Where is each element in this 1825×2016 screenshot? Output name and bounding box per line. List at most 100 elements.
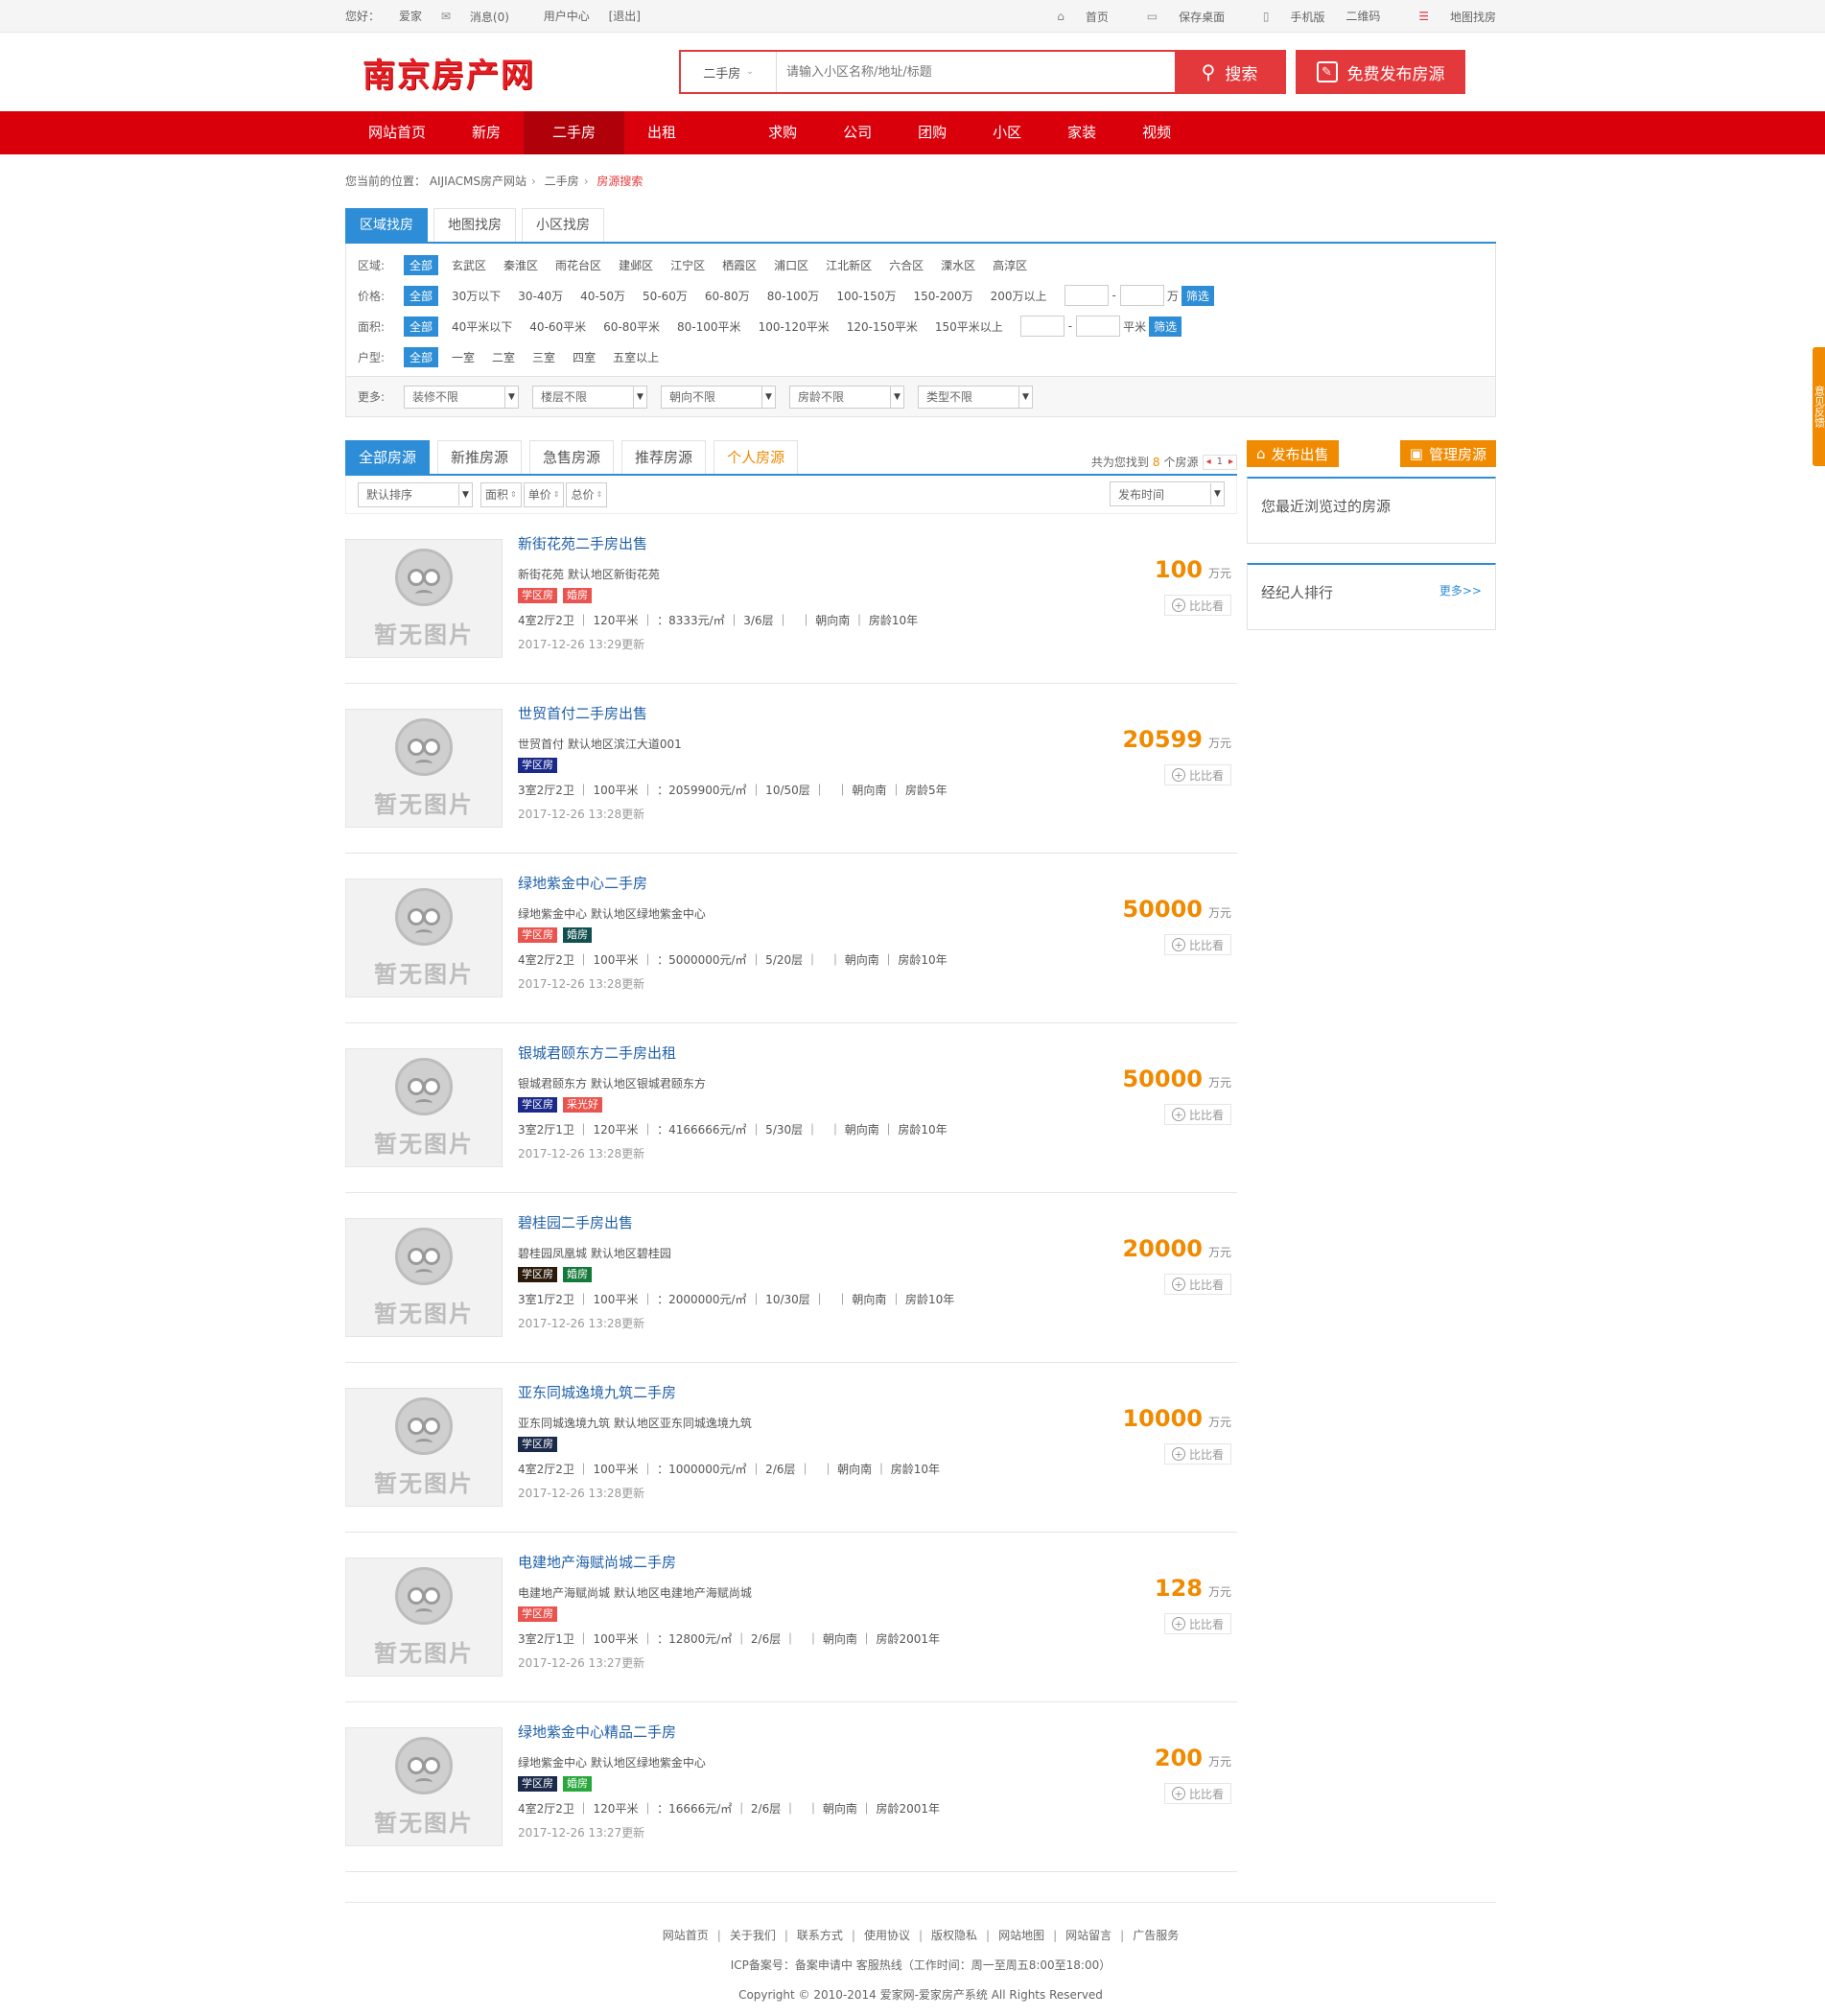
tab-map-search[interactable]: 地图找房 — [433, 208, 516, 242]
tab-region-search[interactable]: 区域找房 — [345, 208, 428, 242]
nav-item[interactable]: 出租 — [624, 111, 699, 154]
footer-link[interactable]: 联系方式 — [797, 1929, 843, 1942]
house-title-link[interactable]: 绿地紫金中心二手房 — [518, 873, 948, 896]
publish-listing-button[interactable]: ✎ 免费发布房源 — [1296, 50, 1465, 94]
filter-option[interactable]: 100-120平米 — [759, 318, 830, 335]
next-page-icon[interactable]: ▸ — [1226, 457, 1236, 467]
filter-option[interactable]: 30万以下 — [452, 288, 501, 304]
filter-option[interactable]: 五室以上 — [613, 349, 659, 365]
filter-select[interactable]: 朝向不限 ▼ — [661, 385, 776, 409]
house-title-link[interactable]: 亚东同城逸境九筑二手房 — [518, 1382, 940, 1405]
tab-new-listings[interactable]: 新推房源 — [437, 440, 523, 474]
filter-option[interactable]: 200万以上 — [991, 288, 1047, 304]
filter-option[interactable]: 三室 — [532, 349, 555, 365]
house-title-link[interactable]: 世贸首付二手房出售 — [518, 703, 948, 726]
prev-page-icon[interactable]: ◂ — [1204, 457, 1214, 467]
filter-option[interactable]: 50-60万 — [643, 288, 688, 304]
mobile-link[interactable]: ▯ 手机版 — [1246, 9, 1325, 25]
filter-option[interactable]: 60-80平米 — [603, 318, 660, 335]
compare-button[interactable]: + 比比看 — [1164, 595, 1231, 616]
filter-select[interactable]: 装修不限 ▼ — [404, 385, 519, 409]
filter-option[interactable]: 雨花台区 — [555, 257, 601, 273]
filter-all-option[interactable]: 全部 — [404, 316, 439, 337]
compare-button[interactable]: + 比比看 — [1164, 1104, 1231, 1125]
filter-option[interactable]: 150平米以上 — [935, 318, 1003, 335]
site-logo[interactable]: 南京房产网 — [363, 49, 679, 96]
nav-item[interactable]: 求购 — [745, 111, 820, 154]
logout-link[interactable]: [退出] — [609, 8, 641, 24]
filter-option[interactable]: 60-80万 — [705, 288, 750, 304]
breadcrumb-item[interactable]: 二手房 — [545, 175, 579, 188]
sort-area-button[interactable]: 面积 ⇕ — [480, 481, 522, 507]
nav-item[interactable]: 小区 — [970, 111, 1044, 154]
filter-all-option[interactable]: 全部 — [404, 346, 439, 367]
tab-recommended-listings[interactable]: 推荐房源 — [621, 440, 707, 474]
filter-all-option[interactable]: 全部 — [404, 254, 439, 275]
filter-option[interactable]: 江宁区 — [670, 257, 705, 273]
search-input[interactable] — [777, 52, 1175, 92]
filter-option[interactable]: 栖霞区 — [722, 257, 757, 273]
agent-more-link[interactable]: 更多>> — [1439, 582, 1482, 602]
filter-option[interactable]: 四室 — [573, 349, 596, 365]
footer-link[interactable]: 网站留言 — [1065, 1929, 1111, 1942]
house-photo-placeholder[interactable]: 暂无图片 — [345, 1218, 503, 1337]
house-photo-placeholder[interactable]: 暂无图片 — [345, 1727, 503, 1846]
user-center-link[interactable]: 用户中心 — [544, 8, 590, 24]
sort-unit-price-button[interactable]: 单价 ⇕ — [523, 481, 565, 507]
house-title-link[interactable]: 绿地紫金中心精品二手房 — [518, 1722, 940, 1745]
footer-link[interactable]: 广告服务 — [1133, 1929, 1179, 1942]
filter-option[interactable]: 江北新区 — [826, 257, 872, 273]
filter-option[interactable]: 40平米以下 — [452, 318, 512, 335]
filter-option[interactable]: 40-50万 — [580, 288, 625, 304]
filter-option[interactable]: 六合区 — [889, 257, 924, 273]
nav-item[interactable]: 新房 — [449, 111, 524, 154]
house-photo-placeholder[interactable]: 暂无图片 — [345, 539, 503, 658]
nav-item[interactable]: 网站首页 — [345, 111, 449, 154]
nav-item[interactable]: 二手房 — [524, 111, 625, 154]
filter-select[interactable]: 类型不限 ▼ — [918, 385, 1033, 409]
range-max-input[interactable] — [1119, 285, 1164, 306]
filter-option[interactable]: 浦口区 — [774, 257, 808, 273]
nav-item[interactable] — [699, 111, 745, 154]
username-link[interactable]: 爱家 — [399, 8, 422, 24]
nav-item[interactable]: 家装 — [1044, 111, 1119, 154]
nav-item[interactable]: 视频 — [1119, 111, 1194, 154]
tab-urgent-listings[interactable]: 急售房源 — [529, 440, 615, 474]
range-min-input[interactable] — [1064, 285, 1109, 306]
filter-option[interactable]: 高淳区 — [993, 257, 1027, 273]
compare-button[interactable]: + 比比看 — [1164, 1783, 1231, 1804]
nav-item[interactable]: 公司 — [820, 111, 895, 154]
filter-option[interactable]: 100-150万 — [836, 288, 896, 304]
save-desktop-link[interactable]: ▭ 保存桌面 — [1130, 9, 1225, 25]
filter-option[interactable]: 150-200万 — [913, 288, 972, 304]
house-photo-placeholder[interactable]: 暂无图片 — [345, 709, 503, 828]
house-photo-placeholder[interactable]: 暂无图片 — [345, 1388, 503, 1507]
range-min-input[interactable] — [1019, 316, 1065, 337]
filter-select[interactable]: 房龄不限 ▼ — [789, 385, 904, 409]
tab-all-listings[interactable]: 全部房源 — [345, 440, 431, 474]
filter-option[interactable]: 120-150平米 — [847, 318, 918, 335]
footer-link[interactable]: 网站地图 — [998, 1929, 1044, 1942]
filter-option[interactable]: 一室 — [452, 349, 475, 365]
search-button[interactable]: ⚲ 搜索 — [1175, 52, 1284, 92]
footer-link[interactable]: 网站首页 — [663, 1929, 709, 1942]
sort-default-select[interactable]: 默认排序 ▼ — [358, 481, 473, 507]
filter-option[interactable]: 溧水区 — [941, 257, 975, 273]
sort-time-select[interactable]: 发布时间 ▼ — [1110, 481, 1225, 506]
qrcode-link[interactable]: 二维码 — [1345, 8, 1380, 24]
compare-button[interactable]: + 比比看 — [1164, 1274, 1231, 1295]
filter-all-option[interactable]: 全部 — [404, 285, 439, 306]
range-filter-button[interactable]: 筛选 — [1149, 316, 1182, 337]
house-photo-placeholder[interactable]: 暂无图片 — [345, 1558, 503, 1676]
filter-option[interactable]: 80-100平米 — [677, 318, 741, 335]
house-title-link[interactable]: 碧桂园二手房出售 — [518, 1212, 954, 1235]
range-max-input[interactable] — [1076, 316, 1121, 337]
map-search-link[interactable]: ☰ 地图找房 — [1401, 9, 1496, 25]
compare-button[interactable]: + 比比看 — [1164, 1613, 1231, 1634]
compare-button[interactable]: + 比比看 — [1164, 1443, 1231, 1465]
manage-listings-button[interactable]: ▣ 管理房源 — [1399, 440, 1496, 467]
house-photo-placeholder[interactable]: 暂无图片 — [345, 879, 503, 997]
range-filter-button[interactable]: 筛选 — [1181, 285, 1214, 306]
filter-select[interactable]: 楼层不限 ▼ — [532, 385, 647, 409]
sort-total-price-button[interactable]: 总价 ⇕ — [566, 481, 608, 507]
